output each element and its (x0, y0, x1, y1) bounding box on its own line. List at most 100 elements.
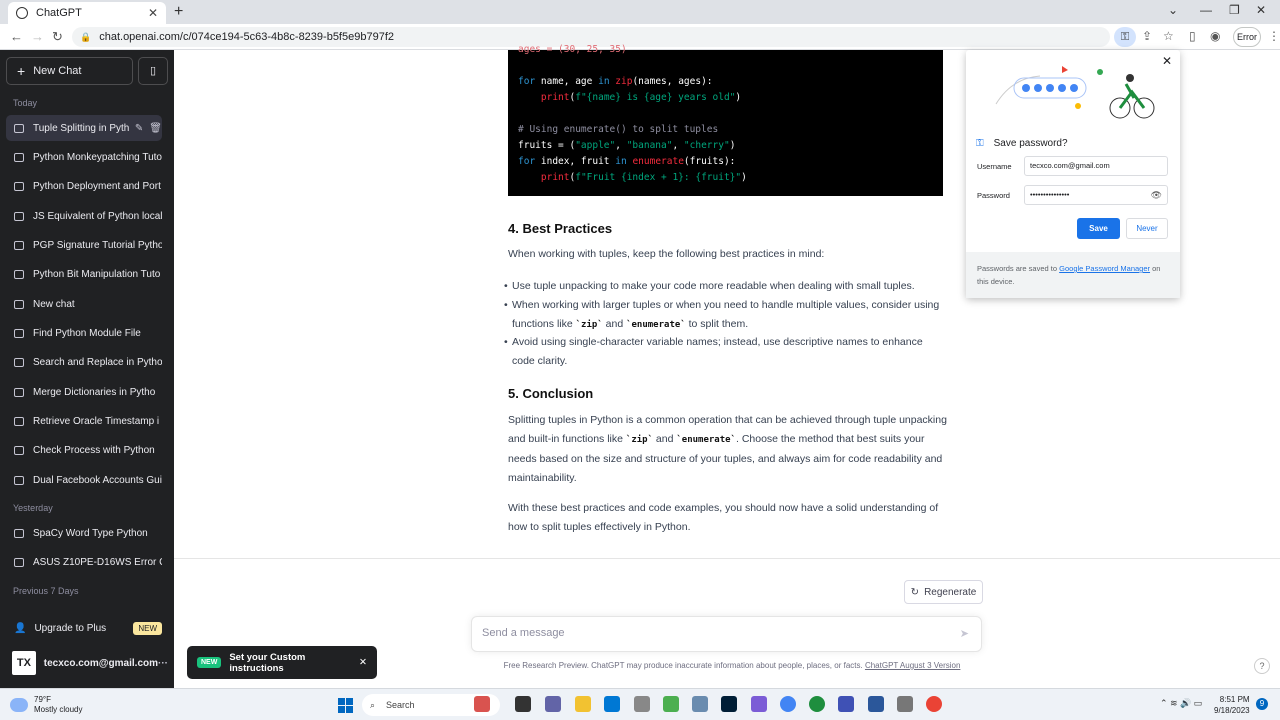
message-box: ➤ (471, 616, 982, 652)
sidebar-toggle-icon[interactable]: ▯ (138, 57, 168, 85)
task-view-icon[interactable] (515, 696, 531, 712)
code-line: fruits = ("apple", "banana", "cherry") (518, 140, 736, 151)
clock[interactable]: 8:51 PM 9/18/2023 (1214, 694, 1250, 716)
app-icon[interactable] (692, 696, 708, 712)
conversation-item[interactable]: Retrieve Oracle Timestamp i (6, 408, 162, 434)
chat-app-icon[interactable] (545, 696, 561, 712)
weather-widget[interactable]: 79°F Mostly cloudy (10, 695, 82, 715)
conversation-item[interactable]: SpaCy Word Type Python (6, 520, 162, 546)
help-icon[interactable]: ? (1254, 658, 1270, 674)
user-menu[interactable]: TX tecxco.com@gmail.com ··· (6, 650, 168, 676)
save-button[interactable]: Save (1077, 218, 1120, 239)
menu-icon[interactable]: ⋮ (1268, 29, 1280, 43)
new-chat-label: New Chat (33, 65, 82, 77)
conversation-item[interactable]: ASUS Z10PE-D16WS Error Co (6, 549, 162, 575)
restore-icon[interactable]: ❐ (1229, 3, 1240, 17)
chrome-icon[interactable] (780, 696, 796, 712)
never-button[interactable]: Never (1126, 218, 1168, 239)
conversation-item[interactable]: New chat (6, 291, 162, 317)
windows-start-icon[interactable] (338, 698, 353, 713)
conversation-item[interactable]: Tuple Splitting in Pyth ✎ 🗑 (6, 115, 162, 141)
bookmark-star-icon[interactable]: ☆ (1163, 29, 1174, 43)
password-manager-link[interactable]: Google Password Manager (1059, 264, 1150, 273)
back-icon[interactable]: ← (10, 29, 23, 44)
chat-bubble-icon (14, 557, 24, 567)
url-text: chat.openai.com/c/074ce194-5c63-4b8c-823… (99, 31, 394, 43)
conversation-item[interactable]: Python Bit Manipulation Tuto (6, 261, 162, 287)
conversation-label: New chat (33, 298, 75, 310)
chat-bubble-icon (14, 181, 24, 191)
reload-icon[interactable]: ↻ (52, 29, 63, 45)
message-input[interactable] (482, 627, 932, 639)
conversation-label: PGP Signature Tutorial Pytho (33, 239, 162, 251)
edit-icon[interactable]: ✎ (135, 123, 143, 134)
search-icon: ⌕ (370, 700, 376, 710)
widget-app-icon[interactable] (474, 696, 490, 712)
taskbar: 79°F Mostly cloudy ⌕ Search ⌃ ≋ 🔊 ▭ 8:51 P… (0, 688, 1280, 720)
chat-bubble-icon (14, 211, 24, 221)
minimize-icon[interactable]: — (1200, 3, 1212, 17)
conversation-item[interactable]: Find Python Module File (6, 320, 162, 346)
key-icon[interactable]: ⚿ (1114, 27, 1136, 47)
app-icon[interactable] (838, 696, 854, 712)
tab-close-icon[interactable]: ✕ (148, 6, 158, 20)
temperature: 79°F (34, 695, 51, 704)
error-button[interactable]: Error (1233, 27, 1261, 47)
app-icon[interactable] (751, 696, 767, 712)
new-chat-button[interactable]: + New Chat (6, 57, 133, 85)
app-icon[interactable] (897, 696, 913, 712)
bullet-item: Avoid using single-character variable na… (504, 333, 944, 371)
close-icon[interactable]: ✕ (359, 657, 367, 668)
store-icon[interactable] (604, 696, 620, 712)
regenerate-button[interactable]: ↻ Regenerate (904, 580, 983, 604)
conversation-item[interactable]: Search and Replace in Pytho (6, 349, 162, 375)
key-icon: ⚿ (976, 138, 984, 149)
delete-icon[interactable]: 🗑 (149, 123, 162, 134)
eye-icon[interactable]: 👁 (1151, 186, 1162, 204)
browser-tab[interactable]: ChatGPT ✕ (8, 2, 166, 24)
conversation-label: Dual Facebook Accounts Gui (33, 474, 162, 486)
side-panel-icon[interactable]: ▯ (1189, 29, 1196, 43)
photoshop-icon[interactable] (721, 696, 737, 712)
upgrade-button[interactable]: 👤 Upgrade to Plus NEW (6, 615, 162, 641)
conversation-label: SpaCy Word Type Python (33, 527, 148, 539)
conversation-item[interactable]: Check Process with Python (6, 437, 162, 463)
profile-icon[interactable]: ◉ (1210, 29, 1220, 43)
close-window-icon[interactable]: ✕ (1256, 3, 1266, 17)
new-badge: NEW (197, 657, 222, 668)
weather-icon (10, 698, 28, 712)
file-explorer-icon[interactable] (575, 696, 591, 712)
tab-search-icon[interactable]: ⌄ (1168, 3, 1178, 17)
forward-icon[interactable]: → (31, 29, 44, 44)
conversation-label: ASUS Z10PE-D16WS Error Co (33, 556, 162, 568)
share-icon[interactable]: ⇪ (1142, 29, 1152, 43)
section-yesterday: Yesterday (13, 503, 53, 513)
conversation-item[interactable]: PGP Signature Tutorial Pytho (6, 232, 162, 258)
chrome-icon[interactable] (809, 696, 825, 712)
dialog-footer: Passwords are saved to Google Password M… (966, 252, 1180, 298)
conversation-item[interactable]: JS Equivalent of Python local (6, 203, 162, 229)
conversation-label: Search and Replace in Pytho (33, 356, 162, 368)
system-tray-icons[interactable]: ⌃ ≋ 🔊 ▭ (1160, 698, 1202, 709)
conversation-item[interactable]: Python Monkeypatching Tuto (6, 144, 162, 170)
send-icon[interactable]: ➤ (960, 627, 969, 640)
version-link[interactable]: ChatGPT August 3 Version (865, 661, 960, 670)
password-field[interactable]: ••••••••••••••• 👁 (1024, 185, 1168, 205)
chrome-icon[interactable] (926, 696, 942, 712)
conversation-item[interactable]: Python Deployment and Port (6, 173, 162, 199)
new-tab-icon[interactable]: + (174, 3, 183, 21)
conversation-item[interactable]: Dual Facebook Accounts Gui (6, 467, 162, 493)
paragraph: Splitting tuples in Python is a common o… (508, 414, 947, 484)
app-icon[interactable] (634, 696, 650, 712)
conversation-item[interactable]: Merge Dictionaries in Pytho (6, 379, 162, 405)
sidebar: + New Chat ▯ Today Tuple Splitting in Py… (0, 50, 174, 688)
close-icon[interactable]: ✕ (1162, 54, 1172, 68)
custom-instructions-toast[interactable]: NEW Set your Custom instructions ✕ (187, 646, 377, 679)
word-icon[interactable] (868, 696, 884, 712)
more-icon[interactable]: ··· (158, 658, 168, 669)
app-icon[interactable] (663, 696, 679, 712)
code-line: for name, age in zip(names, ages): (518, 76, 713, 87)
username-field[interactable]: tecxco.com@gmail.com (1024, 156, 1168, 176)
notification-badge[interactable]: 9 (1256, 698, 1268, 710)
code-line: print(f"Fruit {index + 1}: {fruit}") (540, 172, 747, 183)
